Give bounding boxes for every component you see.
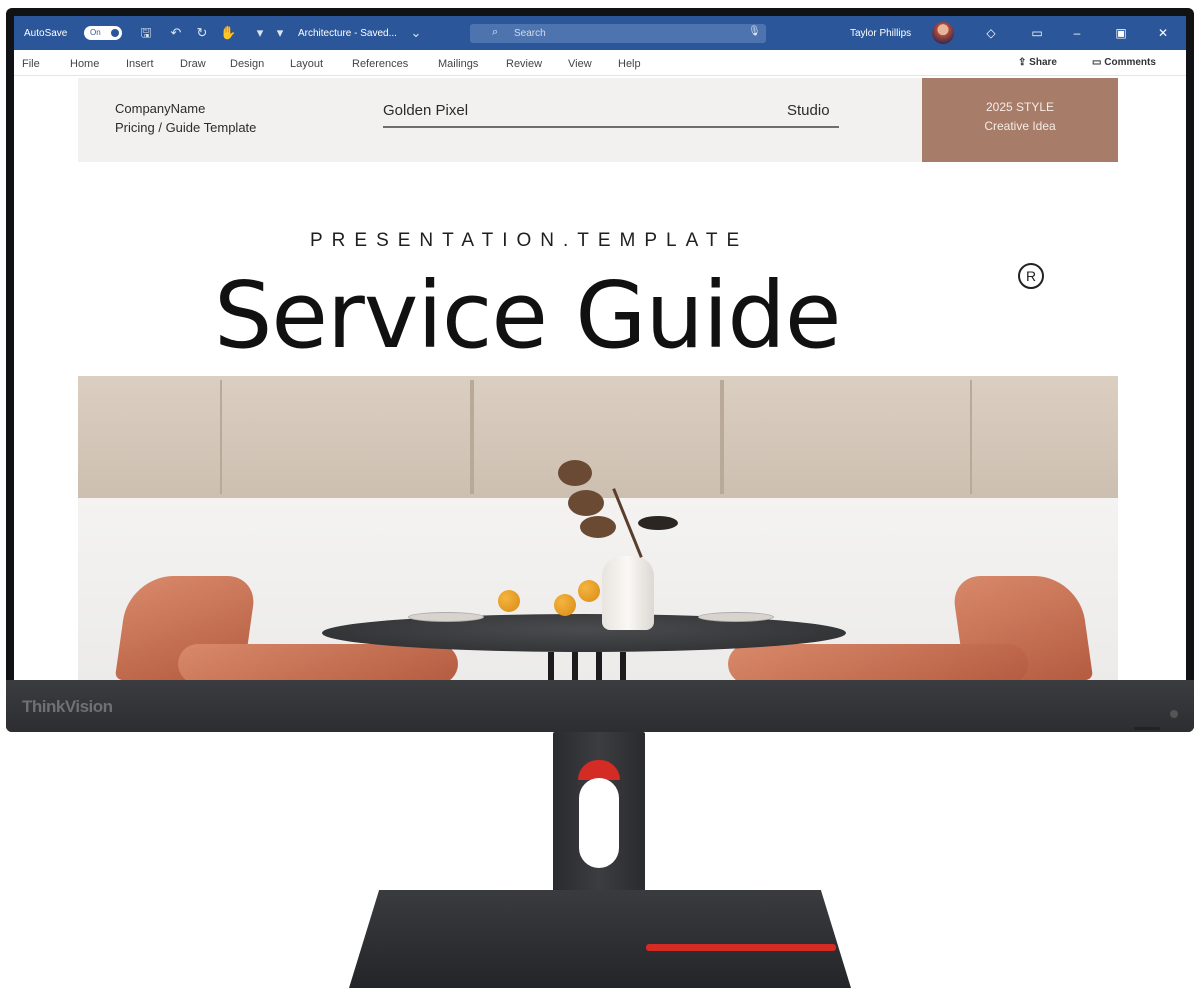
minimize-icon[interactable]: – (1066, 25, 1088, 41)
document-title[interactable]: Architecture - Saved... (298, 28, 397, 39)
brand-logo: ThinkVision (22, 697, 113, 716)
comment-icon: ▭ (1092, 57, 1105, 68)
tab-draw[interactable]: Draw (180, 58, 206, 70)
share-icon: ⇪ (1018, 57, 1030, 68)
cabinet-panel (220, 380, 472, 494)
plant-leaf (638, 516, 678, 530)
base-red-accent (646, 944, 836, 951)
plant-leaf (580, 516, 616, 538)
right-chair-seat (728, 644, 1028, 680)
registered-mark: R (1018, 263, 1044, 289)
mic-icon[interactable]: 🎙 (748, 26, 761, 37)
header-divider (383, 126, 839, 128)
power-button[interactable] (1134, 727, 1160, 730)
dining-room-photo (78, 376, 1118, 680)
tab-review[interactable]: Review (506, 58, 542, 70)
vase (602, 556, 654, 630)
undo-icon[interactable]: ↶ (168, 25, 184, 41)
search-input[interactable]: Search (514, 28, 546, 39)
wood-cabinet (78, 376, 1118, 498)
tab-home[interactable]: Home (70, 58, 99, 70)
header-box-line2: Creative Idea (984, 119, 1056, 133)
maximize-icon[interactable]: ▣ (1110, 25, 1132, 41)
header-box-line1: 2025 STYLE (985, 100, 1055, 114)
monitor-chin (6, 680, 1194, 732)
monitor-screen: AutoSave On 🖫 ↶ ↻ ✋ ▾ ▾ Architecture - S… (14, 16, 1186, 680)
monitor-stand-base (349, 890, 851, 988)
plant-leaf (558, 460, 592, 486)
plant-leaf (568, 490, 604, 516)
product-photo: ThinkVision AutoSave On 🖫 ↶ ↻ ✋ ▾ ▾ Arch… (0, 0, 1200, 998)
cabinet-panel (472, 380, 722, 494)
ribbon-display-icon[interactable]: ▭ (1026, 25, 1048, 41)
title-bar: AutoSave On 🖫 ↶ ↻ ✋ ▾ ▾ Architecture - S… (14, 16, 1186, 50)
fruit (498, 590, 520, 612)
cable-management-hole (579, 778, 619, 868)
tab-layout[interactable]: Layout (290, 58, 323, 70)
company-name: CompanyName (115, 101, 206, 116)
ribbon-tabs: File Home Insert Draw Design Layout Refe… (14, 50, 1186, 76)
table-leg (620, 652, 626, 680)
user-name[interactable]: Taylor Phillips (850, 28, 911, 39)
tab-mailings[interactable]: Mailings (438, 58, 478, 70)
comments-button[interactable]: ▭ Comments (1092, 57, 1156, 68)
company-subtitle: Pricing / Guide Template (115, 120, 257, 135)
tab-insert[interactable]: Insert (126, 58, 154, 70)
redo-icon[interactable]: ↻ (194, 25, 210, 41)
tab-file[interactable]: File (22, 58, 40, 70)
header-center-left: Golden Pixel (383, 102, 469, 119)
title-chevron-icon[interactable]: ⌄ (408, 25, 424, 41)
search-icon: ⌕ (492, 26, 499, 38)
plate (408, 612, 484, 622)
plate (698, 612, 774, 622)
avatar[interactable] (932, 22, 954, 44)
autosave-label: AutoSave (24, 28, 68, 39)
document-kicker: PRESENTATION.TEMPLATE (310, 230, 749, 251)
table-leg (572, 652, 578, 680)
table-leg (596, 652, 602, 680)
chevron-down-icon[interactable]: ▾ (272, 25, 288, 41)
cabinet-panel (722, 380, 972, 494)
touch-mode-icon[interactable]: ✋ (220, 25, 236, 41)
left-chair-seat (178, 644, 458, 680)
share-button[interactable]: ⇪ Share (1018, 57, 1057, 68)
comments-label: Comments (1104, 57, 1156, 68)
autosave-toggle[interactable]: On (84, 26, 122, 40)
header-box-text: 2025 STYLE Creative Idea (922, 98, 1118, 136)
diamond-icon[interactable]: ◇ (980, 25, 1002, 41)
fruit (578, 580, 600, 602)
fruit (554, 594, 576, 616)
tab-design[interactable]: Design (230, 58, 264, 70)
power-led (1170, 710, 1178, 718)
header-company: CompanyName Pricing / Guide Template (115, 99, 256, 137)
share-label: Share (1029, 57, 1057, 68)
close-icon[interactable]: ✕ (1152, 25, 1174, 41)
save-icon[interactable]: 🖫 (138, 25, 154, 41)
header-center-right: Studio (787, 102, 830, 119)
customize-toolbar-icon[interactable]: ▾ (252, 25, 268, 41)
tab-help[interactable]: Help (618, 58, 641, 70)
tab-view[interactable]: View (568, 58, 592, 70)
tab-references[interactable]: References (352, 58, 408, 70)
document-title-heading: Service Guide (214, 262, 841, 369)
table-leg (548, 652, 554, 680)
